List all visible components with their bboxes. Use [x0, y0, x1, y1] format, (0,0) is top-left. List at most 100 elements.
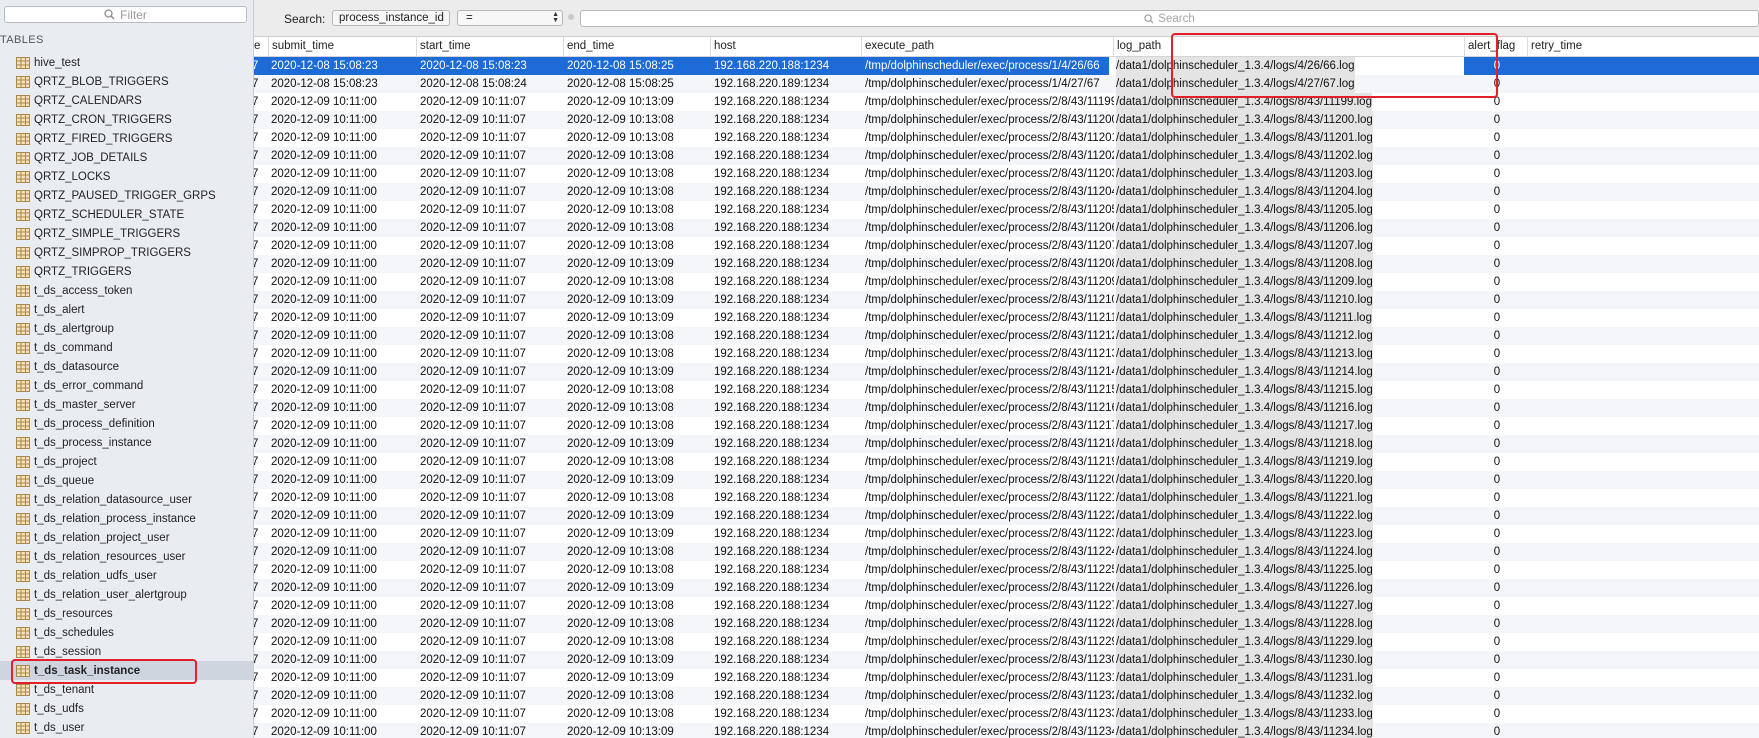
- table-cell[interactable]: 7: [254, 417, 267, 435]
- table-cell[interactable]: 192.168.220.188:1234: [714, 651, 862, 669]
- table-cell[interactable]: [1530, 57, 1759, 75]
- table-cell[interactable]: 0: [1467, 561, 1527, 579]
- table-cell[interactable]: 2020-12-09 10:11:00: [271, 525, 416, 543]
- table-cell[interactable]: 2020-12-09 10:13:08: [567, 327, 711, 345]
- table-cell[interactable]: 2020-12-09 10:11:07: [420, 147, 564, 165]
- table-cell[interactable]: 7: [254, 633, 267, 651]
- column-header[interactable]: start_time: [416, 37, 563, 56]
- table-cell[interactable]: /tmp/dolphinscheduler/exec/process/2/8/4…: [865, 237, 1114, 255]
- table-cell[interactable]: 192.168.220.188:1234: [714, 147, 862, 165]
- table-cell[interactable]: 2020-12-08 15:08:25: [567, 57, 711, 75]
- table-cell[interactable]: /tmp/dolphinscheduler/exec/process/2/8/4…: [865, 201, 1114, 219]
- table-row[interactable]: 7 2020-12-09 10:11:00 2020-12-09 10:11:07 2…: [254, 723, 1759, 738]
- table-cell[interactable]: /data1/dolphinscheduler_1.3.4/logs/8/43/…: [1116, 471, 1373, 489]
- table-cell[interactable]: 2020-12-09 10:11:00: [271, 381, 416, 399]
- table-cell[interactable]: /tmp/dolphinscheduler/exec/process/2/8/4…: [865, 561, 1114, 579]
- table-cell[interactable]: 2020-12-09 10:11:07: [420, 201, 564, 219]
- table-row[interactable]: 7 2020-12-09 10:11:00 2020-12-09 10:11:07 2…: [254, 255, 1759, 273]
- table-cell[interactable]: 7: [254, 111, 267, 129]
- table-cell[interactable]: [1530, 579, 1759, 597]
- table-cell[interactable]: 2020-12-09 10:11:00: [271, 291, 416, 309]
- sidebar-table-item[interactable]: t_ds_schedules: [0, 623, 253, 642]
- table-cell[interactable]: [1530, 129, 1759, 147]
- table-cell[interactable]: /tmp/dolphinscheduler/exec/process/2/8/4…: [865, 93, 1114, 111]
- table-cell[interactable]: 2020-12-09 10:11:00: [271, 273, 416, 291]
- table-cell[interactable]: /tmp/dolphinscheduler/exec/process/2/8/4…: [865, 309, 1114, 327]
- table-cell[interactable]: 7: [254, 687, 267, 705]
- table-cell[interactable]: /tmp/dolphinscheduler/exec/process/2/8/4…: [865, 669, 1114, 687]
- table-cell[interactable]: /data1/dolphinscheduler_1.3.4/logs/8/43/…: [1116, 327, 1373, 345]
- table-cell[interactable]: 7: [254, 237, 267, 255]
- table-cell[interactable]: /data1/dolphinscheduler_1.3.4/logs/8/43/…: [1116, 183, 1373, 201]
- table-cell[interactable]: [1530, 111, 1759, 129]
- table-cell[interactable]: 2020-12-09 10:13:09: [567, 723, 711, 738]
- table-cell[interactable]: 7: [254, 93, 267, 111]
- table-cell[interactable]: 2020-12-09 10:11:00: [271, 327, 416, 345]
- table-cell[interactable]: 7: [254, 507, 267, 525]
- table-row[interactable]: 7 2020-12-09 10:11:00 2020-12-09 10:11:07 2…: [254, 345, 1759, 363]
- table-cell[interactable]: 7: [254, 57, 267, 75]
- table-cell[interactable]: /tmp/dolphinscheduler/exec/process/2/8/4…: [865, 615, 1114, 633]
- table-cell[interactable]: 0: [1467, 345, 1527, 363]
- table-cell[interactable]: 192.168.220.188:1234: [714, 705, 862, 723]
- table-cell[interactable]: /tmp/dolphinscheduler/exec/process/2/8/4…: [865, 327, 1114, 345]
- table-cell[interactable]: 192.168.220.188:1234: [714, 111, 862, 129]
- table-cell[interactable]: 7: [254, 309, 267, 327]
- table-cell[interactable]: 2020-12-09 10:11:07: [420, 417, 564, 435]
- table-cell[interactable]: 0: [1467, 399, 1527, 417]
- table-cell[interactable]: 2020-12-09 10:13:09: [567, 309, 711, 327]
- sidebar-table-item[interactable]: t_ds_command: [0, 338, 253, 357]
- table-cell[interactable]: /tmp/dolphinscheduler/exec/process/1/4/2…: [865, 57, 1114, 75]
- table-cell[interactable]: /data1/dolphinscheduler_1.3.4/logs/8/43/…: [1116, 633, 1373, 651]
- table-cell[interactable]: /tmp/dolphinscheduler/exec/process/2/8/4…: [865, 525, 1114, 543]
- table-cell[interactable]: 2020-12-09 10:13:08: [567, 597, 711, 615]
- sidebar-table-item[interactable]: QRTZ_JOB_DETAILS: [0, 148, 253, 167]
- table-cell[interactable]: /data1/dolphinscheduler_1.3.4/logs/8/43/…: [1116, 237, 1373, 255]
- sidebar-table-item[interactable]: t_ds_relation_user_alertgroup: [0, 585, 253, 604]
- table-cell[interactable]: 0: [1467, 705, 1527, 723]
- table-cell[interactable]: /data1/dolphinscheduler_1.3.4/logs/8/43/…: [1116, 651, 1373, 669]
- table-cell[interactable]: /tmp/dolphinscheduler/exec/process/2/8/4…: [865, 435, 1114, 453]
- table-cell[interactable]: 0: [1467, 543, 1527, 561]
- table-cell[interactable]: 192.168.220.188:1234: [714, 399, 862, 417]
- table-cell[interactable]: 0: [1467, 687, 1527, 705]
- table-cell[interactable]: 2020-12-09 10:11:07: [420, 705, 564, 723]
- table-cell[interactable]: 2020-12-09 10:11:00: [271, 255, 416, 273]
- table-cell[interactable]: 2020-12-09 10:11:07: [420, 381, 564, 399]
- search-input[interactable]: Search: [580, 10, 1759, 27]
- table-cell[interactable]: 2020-12-09 10:11:07: [420, 363, 564, 381]
- table-cell[interactable]: [1530, 435, 1759, 453]
- table-cell[interactable]: 2020-12-09 10:13:08: [567, 687, 711, 705]
- table-cell[interactable]: 192.168.220.188:1234: [714, 597, 862, 615]
- table-cell[interactable]: 192.168.220.188:1234: [714, 489, 862, 507]
- table-cell[interactable]: 0: [1467, 129, 1527, 147]
- sidebar-table-item[interactable]: QRTZ_BLOB_TRIGGERS: [0, 72, 253, 91]
- table-cell[interactable]: 7: [254, 561, 267, 579]
- sidebar-table-item[interactable]: t_ds_relation_process_instance: [0, 509, 253, 528]
- table-cell[interactable]: 7: [254, 669, 267, 687]
- sidebar-table-item[interactable]: t_ds_session: [0, 642, 253, 661]
- sidebar-table-item[interactable]: t_ds_relation_datasource_user: [0, 490, 253, 509]
- table-cell[interactable]: 2020-12-09 10:13:08: [567, 345, 711, 363]
- table-cell[interactable]: 7: [254, 723, 267, 738]
- table-row[interactable]: 7 2020-12-09 10:11:00 2020-12-09 10:11:07 2…: [254, 597, 1759, 615]
- table-cell[interactable]: 2020-12-09 10:11:00: [271, 435, 416, 453]
- table-cell[interactable]: 0: [1467, 219, 1527, 237]
- table-cell[interactable]: 192.168.220.188:1234: [714, 291, 862, 309]
- table-cell[interactable]: 192.168.220.188:1234: [714, 669, 862, 687]
- table-cell[interactable]: /data1/dolphinscheduler_1.3.4/logs/8/43/…: [1116, 561, 1373, 579]
- table-cell[interactable]: [1530, 525, 1759, 543]
- table-row[interactable]: 7 2020-12-09 10:11:00 2020-12-09 10:11:07 2…: [254, 93, 1759, 111]
- table-row[interactable]: 7 2020-12-09 10:11:00 2020-12-09 10:11:07 2…: [254, 525, 1759, 543]
- table-row[interactable]: 7 2020-12-08 15:08:23 2020-12-08 15:08:23 2…: [254, 57, 1759, 75]
- table-cell[interactable]: /data1/dolphinscheduler_1.3.4/logs/8/43/…: [1116, 597, 1373, 615]
- table-cell[interactable]: 2020-12-09 10:13:08: [567, 219, 711, 237]
- sidebar-table-item[interactable]: t_ds_queue: [0, 471, 253, 490]
- table-cell[interactable]: 7: [254, 219, 267, 237]
- table-cell[interactable]: 192.168.220.188:1234: [714, 615, 862, 633]
- table-cell[interactable]: 192.168.220.188:1234: [714, 435, 862, 453]
- table-cell[interactable]: /data1/dolphinscheduler_1.3.4/logs/8/43/…: [1116, 543, 1373, 561]
- table-row[interactable]: 7 2020-12-09 10:11:00 2020-12-09 10:11:07 2…: [254, 237, 1759, 255]
- column-header[interactable]: submit_time: [268, 37, 416, 56]
- table-cell[interactable]: /tmp/dolphinscheduler/exec/process/2/8/4…: [865, 453, 1114, 471]
